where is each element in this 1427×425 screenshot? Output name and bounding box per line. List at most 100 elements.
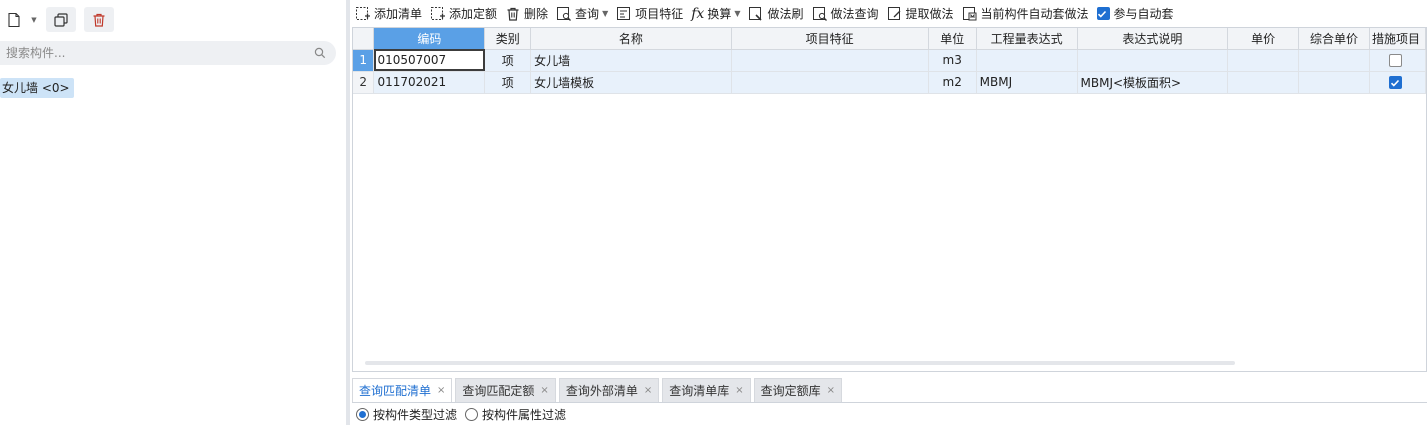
col-header-feature[interactable]: 项目特征 <box>731 28 929 50</box>
tab-label: 查询清单库 <box>669 384 730 398</box>
close-icon[interactable]: × <box>540 385 548 396</box>
delete-button[interactable]: 删除 <box>505 3 548 25</box>
radio-selected-icon <box>356 407 369 421</box>
query-tab-bar: 查询匹配清单 × 查询匹配定额 × 查询外部清单 × 查询清单库 × 查询定额库… <box>352 378 845 402</box>
add-list-icon <box>356 6 370 20</box>
tab-label: 查询外部清单 <box>565 384 638 398</box>
composite-price-cell[interactable] <box>1298 71 1370 94</box>
search-box <box>0 41 336 65</box>
code-cell[interactable]: 010507007 <box>373 49 486 72</box>
col-header-unit[interactable]: 单位 <box>928 28 977 50</box>
add-quota-label: 添加定额 <box>449 7 498 21</box>
composite-price-cell[interactable] <box>1298 49 1370 72</box>
add-list-button[interactable]: 添加清单 <box>355 3 422 25</box>
unit-cell[interactable]: m3 <box>928 49 977 72</box>
chevron-down-icon: ▼ <box>602 9 609 18</box>
method-query-button[interactable]: 做法查询 <box>812 3 879 25</box>
tab-query-list-library[interactable]: 查询清单库 × <box>662 378 751 402</box>
add-list-label: 添加清单 <box>374 7 423 21</box>
measure-cell[interactable] <box>1369 49 1426 72</box>
auto-apply-button[interactable]: 当前构件自动套做法 <box>962 3 1089 25</box>
close-icon[interactable]: × <box>735 385 743 396</box>
corner-cell[interactable] <box>353 28 375 50</box>
expression-desc-cell[interactable] <box>1077 49 1229 72</box>
search-input[interactable] <box>0 41 290 65</box>
close-icon[interactable]: × <box>644 385 652 396</box>
delete-component-button[interactable] <box>84 7 114 32</box>
copy-icon <box>54 12 68 27</box>
type-cell[interactable]: 项 <box>484 49 532 72</box>
add-quota-button[interactable]: 添加定额 <box>430 3 497 25</box>
tab-label: 查询匹配清单 <box>359 384 432 398</box>
trash-icon <box>93 13 105 27</box>
price-cell[interactable] <box>1227 71 1300 94</box>
component-panel: ▼ 女儿墙 <0> <box>0 0 346 425</box>
extract-method-button[interactable]: 提取做法 <box>887 3 954 25</box>
participate-auto-label: 参与自动套 <box>1113 7 1174 21</box>
item-feature-icon <box>617 6 631 20</box>
col-header-expression-desc[interactable]: 表达式说明 <box>1077 28 1229 50</box>
method-panel: 添加清单 添加定额 删除 查询 ▼ 项目特征 fx 换算 ▼ 做法刷 做法查询 … <box>350 0 1427 425</box>
col-header-expression[interactable]: 工程量表达式 <box>976 28 1078 50</box>
row-number[interactable]: 2 <box>353 71 375 94</box>
convert-button[interactable]: fx 换算 ▼ <box>691 3 740 25</box>
col-header-price[interactable]: 单价 <box>1227 28 1300 50</box>
auto-apply-icon <box>962 6 977 20</box>
extract-icon <box>887 6 900 20</box>
feature-cell[interactable] <box>731 49 929 72</box>
function-icon: fx <box>691 5 705 22</box>
measure-checkbox[interactable] <box>1388 54 1402 67</box>
new-dropdown-button[interactable]: ▼ <box>28 7 40 32</box>
copy-component-button[interactable] <box>46 7 76 32</box>
method-query-label: 做法查询 <box>830 7 879 21</box>
tab-label: 查询匹配定额 <box>462 384 535 398</box>
component-list-item[interactable]: 女儿墙 <0> <box>0 78 74 98</box>
filter-by-type-label: 按构件类型过滤 <box>373 407 458 422</box>
tab-query-match-list[interactable]: 查询匹配清单 × <box>352 378 453 402</box>
table-row[interactable]: 2 011702021 项 女儿墙模板 m2 MBMJ MBMJ<模板面积> <box>353 71 1426 94</box>
name-cell[interactable]: 女儿墙 <box>530 49 732 72</box>
expression-desc-cell[interactable]: MBMJ<模板面积> <box>1077 71 1229 94</box>
tab-query-external-list[interactable]: 查询外部清单 × <box>558 378 660 402</box>
chevron-down-icon: ▼ <box>31 15 37 24</box>
horizontal-scrollbar[interactable] <box>365 361 1235 365</box>
table-header-row: 编码 类别 名称 项目特征 单位 工程量表达式 表达式说明 单价 综合单价 措施… <box>353 28 1426 50</box>
delete-label: 删除 <box>524 7 549 21</box>
filter-bar: 按构件类型过滤 按构件属性过滤 <box>352 402 1427 425</box>
price-cell[interactable] <box>1227 49 1300 72</box>
new-file-icon <box>8 12 20 27</box>
filter-by-attr-radio[interactable]: 按构件属性过滤 <box>465 406 566 423</box>
method-brush-button[interactable]: 做法刷 <box>748 3 804 25</box>
table-row[interactable]: 1 010507007 项 女儿墙 m3 <box>353 49 1426 72</box>
unit-cell[interactable]: m2 <box>928 71 977 94</box>
checkbox-checked-icon <box>1096 7 1110 20</box>
participate-auto-checkbox[interactable]: 参与自动套 <box>1096 3 1174 25</box>
tab-query-match-quota[interactable]: 查询匹配定额 × <box>455 378 556 402</box>
convert-label: 换算 <box>707 7 732 21</box>
name-cell[interactable]: 女儿墙模板 <box>530 71 732 94</box>
close-icon[interactable]: × <box>827 385 835 396</box>
item-feature-label: 项目特征 <box>635 7 684 21</box>
measure-checkbox[interactable] <box>1388 76 1402 89</box>
type-cell[interactable]: 项 <box>484 71 532 94</box>
row-number[interactable]: 1 <box>353 49 375 72</box>
expression-cell[interactable]: MBMJ <box>976 71 1078 94</box>
feature-cell[interactable] <box>731 71 929 94</box>
col-header-name[interactable]: 名称 <box>530 28 732 50</box>
col-header-type[interactable]: 类别 <box>484 28 532 50</box>
col-header-composite-price[interactable]: 综合单价 <box>1298 28 1370 50</box>
new-component-button[interactable] <box>0 7 28 32</box>
col-header-measure[interactable]: 措施项目 <box>1369 28 1426 50</box>
auto-apply-label: 当前构件自动套做法 <box>980 7 1089 21</box>
measure-cell[interactable] <box>1369 71 1426 94</box>
search-icon[interactable] <box>314 47 326 59</box>
col-header-code[interactable]: 编码 <box>373 28 486 50</box>
query-button[interactable]: 查询 ▼ <box>556 3 608 25</box>
filter-by-type-radio[interactable]: 按构件类型过滤 <box>356 406 457 423</box>
code-cell[interactable]: 011702021 <box>373 71 486 94</box>
tab-query-quota-library[interactable]: 查询定额库 × <box>753 378 843 402</box>
expression-cell[interactable] <box>976 49 1078 72</box>
close-icon[interactable]: × <box>437 385 445 396</box>
item-feature-button[interactable]: 项目特征 <box>616 3 683 25</box>
add-quota-icon <box>431 6 446 20</box>
